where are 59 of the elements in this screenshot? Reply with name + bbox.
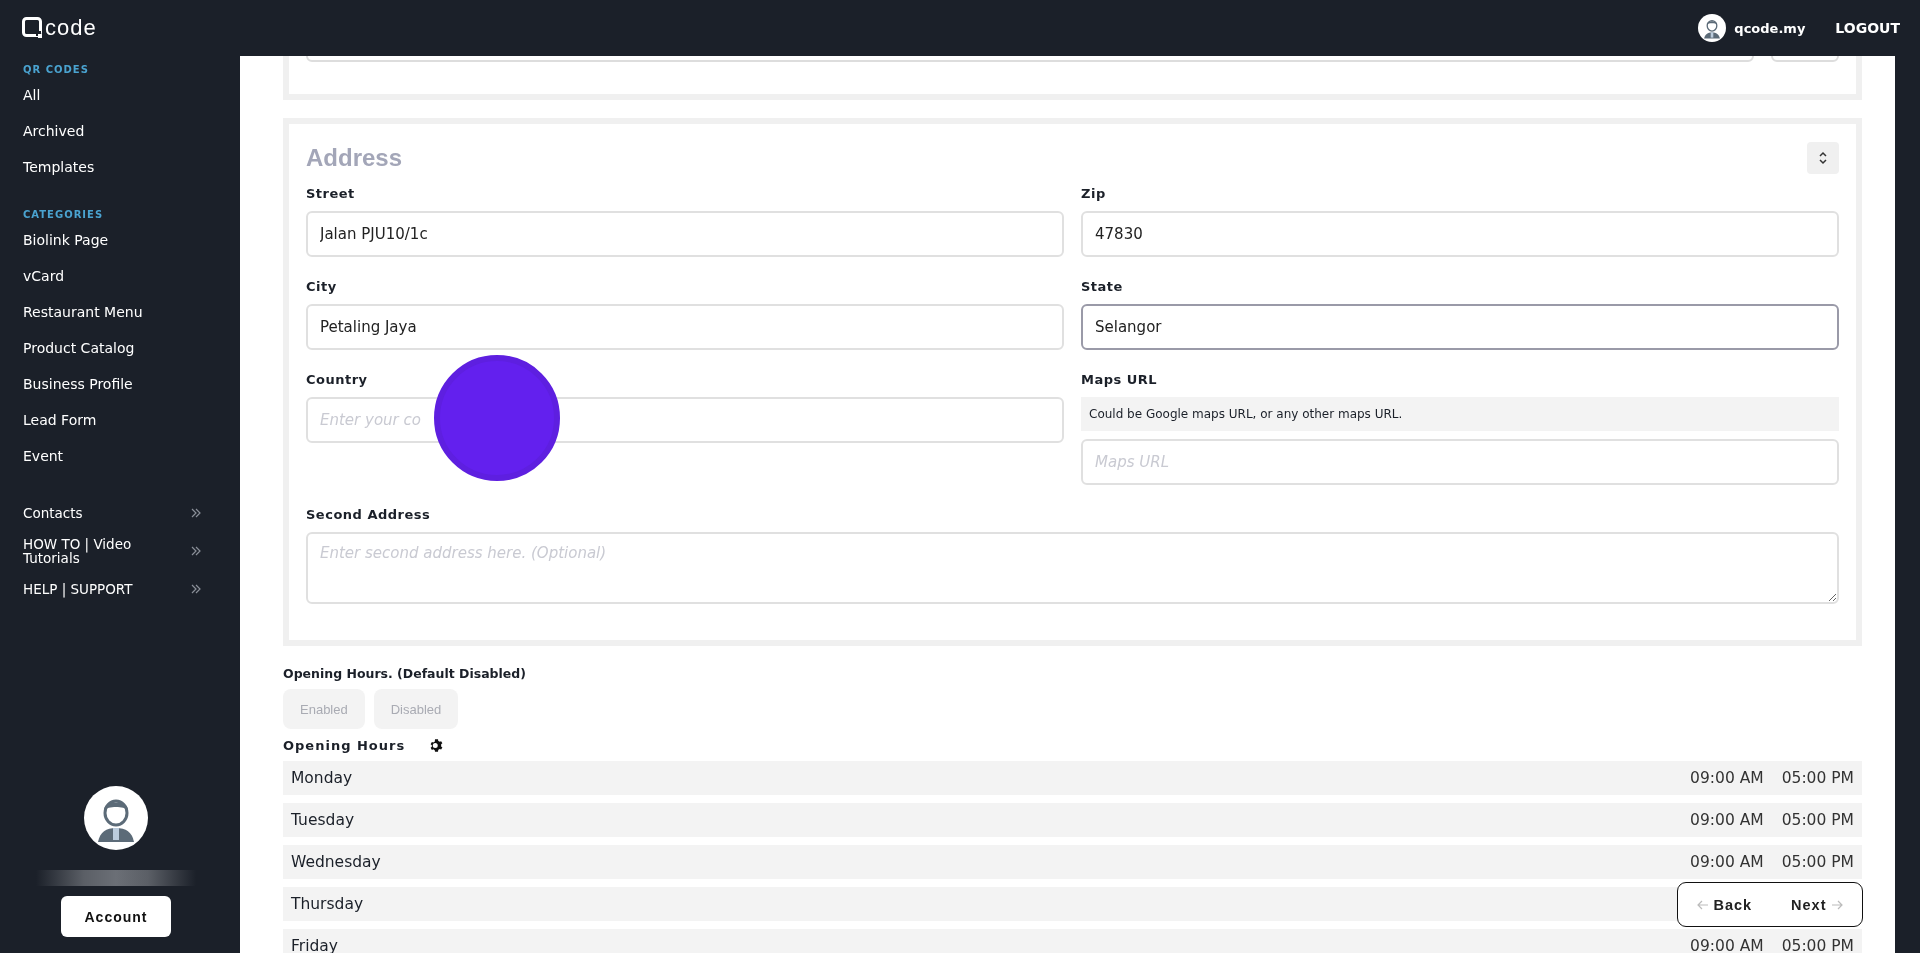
closing-time: 05:00 PM — [1781, 853, 1854, 871]
input-field[interactable]: 47830 — [1081, 211, 1839, 257]
sidebar-item[interactable]: HELP | SUPPORT — [23, 582, 153, 596]
left-arrow-icon — [1697, 899, 1710, 910]
day-name: Tuesday — [291, 811, 355, 829]
settings-icon[interactable] — [429, 738, 445, 753]
sidebar-item[interactable]: All — [23, 77, 41, 113]
opening-hours-label: Opening Hours. (Default Disabled) — [283, 666, 526, 681]
opening-time: 09:00 AM — [1690, 811, 1764, 829]
user-name[interactable]: qcode.my — [1734, 20, 1806, 36]
sidebar-item[interactable]: Templates — [23, 149, 95, 185]
field-label: Second Address — [306, 507, 431, 522]
section-label: Opening Hours — [283, 738, 406, 753]
sidebar-item[interactable]: Restaurant Menu — [23, 294, 143, 330]
field-label: Country — [306, 372, 368, 387]
account-button[interactable]: Account — [61, 896, 171, 937]
sidebar-item[interactable]: Lead Form — [23, 402, 97, 438]
sidebar-item[interactable]: vCard — [23, 258, 65, 294]
sidebar-item[interactable]: Archived — [23, 113, 85, 149]
right-arrow-icon — [1830, 899, 1843, 910]
sidebar-item[interactable]: Contacts — [23, 506, 153, 520]
day-name: Monday — [291, 769, 353, 787]
field-label: Maps URL — [1081, 372, 1158, 387]
sidebar-item[interactable]: Biolink Page — [23, 222, 109, 258]
field-label: State — [1081, 279, 1123, 294]
field-hint: Could be Google maps URL, or any other maps URL. — [1081, 397, 1839, 431]
next-button[interactable]: Next — [1787, 892, 1847, 917]
field-label: City — [306, 279, 337, 294]
sidebar-item[interactable]: Product Catalog — [23, 330, 135, 366]
input-field[interactable]: Petaling Jaya — [306, 304, 1064, 350]
closing-time: 05:00 PM — [1781, 811, 1854, 829]
double-chevron-icon — [191, 584, 201, 594]
day-name: Wednesday — [291, 853, 381, 871]
opening-time: 09:00 AM — [1690, 769, 1764, 787]
sidebar-heading: QR CODES — [23, 64, 89, 75]
input-field[interactable]: Jalan PJU10/1c — [306, 211, 1064, 257]
section-title: Address — [306, 144, 403, 172]
collapse-toggle[interactable] — [1807, 142, 1839, 174]
field-label: Street — [306, 186, 355, 201]
double-chevron-icon — [191, 508, 201, 518]
sidebar-item[interactable]: Business Profile — [23, 366, 133, 402]
day-name: Thursday — [291, 895, 364, 913]
field-label: Zip — [1081, 186, 1106, 201]
closing-time: 05:00 PM — [1781, 769, 1854, 787]
closing-time: 05:00 PM — [1781, 937, 1854, 953]
opening-time: 09:00 AM — [1690, 937, 1764, 953]
logout-button[interactable]: LOGOUT — [1835, 20, 1900, 36]
logo-text: code — [45, 15, 97, 41]
opening-time: 09:00 AM — [1690, 853, 1764, 871]
sidebar-heading: CATEGORIES — [23, 209, 104, 220]
sidebar-item[interactable]: Event — [23, 438, 64, 474]
avatar-icon — [1698, 14, 1727, 42]
avatar-icon — [84, 786, 148, 850]
double-chevron-icon — [191, 546, 201, 556]
input-field[interactable]: Selangor — [1081, 304, 1839, 350]
up-down-chevron-icon — [1818, 151, 1828, 165]
logo-icon — [22, 17, 44, 39]
sidebar-item[interactable]: HOW TO | Video Tutorials — [23, 537, 153, 565]
back-button[interactable]: Back — [1693, 892, 1757, 917]
